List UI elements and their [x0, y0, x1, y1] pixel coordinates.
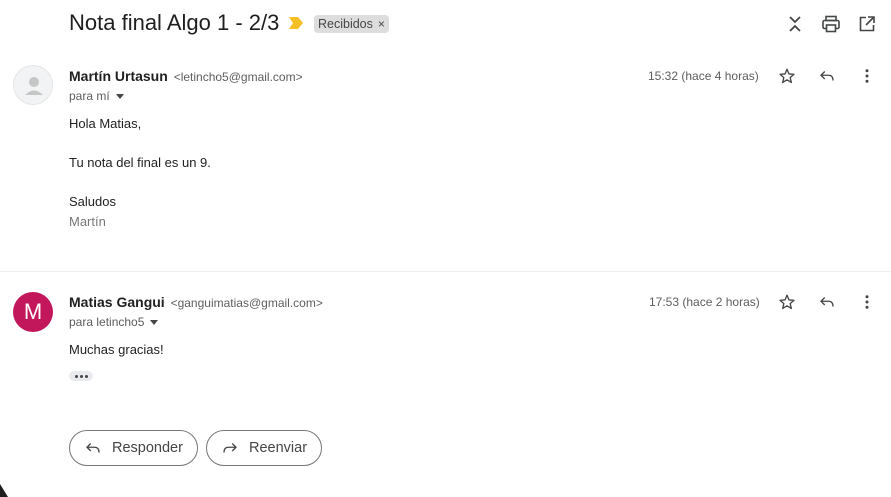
forward-icon [223, 443, 237, 453]
message-time: 17:53 (hace 2 horas) [649, 295, 760, 309]
dot [74, 374, 78, 378]
dot [79, 374, 83, 378]
show-trimmed-content-button[interactable] [69, 371, 93, 381]
dot [84, 374, 88, 378]
reply-label: Responder [112, 440, 183, 456]
sender-line: Matias Gangui <ganguimatias@gmail.com> [69, 294, 323, 310]
body-line: Muchas gracias! [69, 342, 164, 357]
star-icon[interactable] [775, 290, 799, 314]
sender-email: <ganguimatias@gmail.com> [170, 296, 323, 310]
sender-name: Matias Gangui [69, 294, 165, 310]
reply-button[interactable]: Responder [69, 430, 198, 466]
forward-button[interactable]: Reenviar [206, 430, 322, 466]
message-2[interactable]: M Matias Gangui <ganguimatias@gmail.com>… [0, 0, 891, 400]
recipient-text: para letincho5 [69, 315, 145, 329]
chevron-down-icon [150, 319, 159, 325]
window-corner [0, 484, 8, 497]
forward-label: Reenviar [249, 440, 308, 456]
reply-icon[interactable] [815, 290, 839, 314]
reply-icon [86, 443, 100, 453]
avatar: M [13, 292, 53, 332]
recipient-toggle[interactable]: para letincho5 [69, 315, 159, 329]
more-vert-icon[interactable] [855, 290, 879, 314]
